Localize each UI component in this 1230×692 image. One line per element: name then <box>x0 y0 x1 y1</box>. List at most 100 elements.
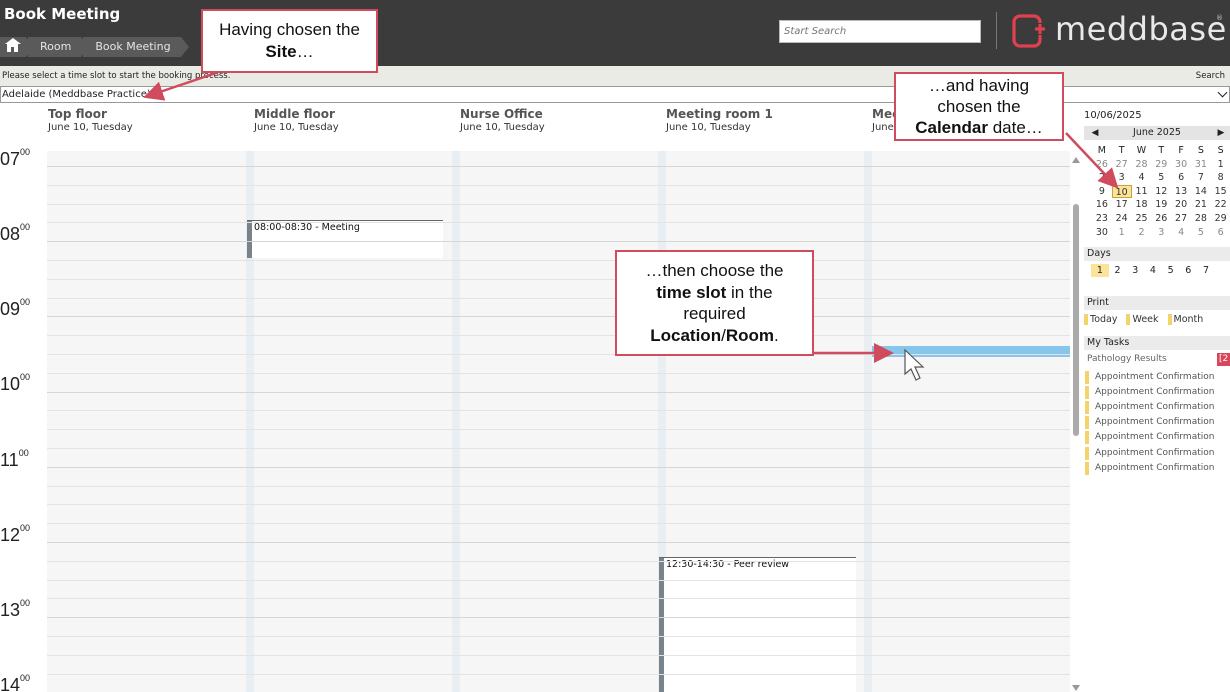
task-group-pathology[interactable]: Pathology Results <box>1087 354 1167 364</box>
calendar-day[interactable]: 1 <box>1112 226 1132 240</box>
calendar-day[interactable]: 9 <box>1092 185 1112 199</box>
calendar-day[interactable]: 23 <box>1092 212 1112 226</box>
scroll-down-icon[interactable] <box>1072 685 1080 691</box>
task-item[interactable]: Appointment Confirmation <box>1085 446 1214 460</box>
logo-text: meddbase <box>1055 10 1227 48</box>
calendar-day[interactable]: 30 <box>1092 226 1112 240</box>
task-item[interactable]: Appointment Confirmation <box>1085 431 1214 445</box>
days-option[interactable]: 7 <box>1197 264 1215 277</box>
calendar-day[interactable]: 6 <box>1171 171 1191 185</box>
task-item[interactable]: Appointment Confirmation <box>1085 386 1214 400</box>
calendar-day[interactable]: 14 <box>1191 185 1211 199</box>
calendar-day[interactable]: 2 <box>1092 171 1112 185</box>
room-name: Nurse Office <box>460 107 543 121</box>
weekday-header: W <box>1136 145 1147 156</box>
column-divider <box>452 151 460 692</box>
days-option[interactable]: 6 <box>1179 264 1197 277</box>
calendar-day[interactable]: 26 <box>1092 158 1112 172</box>
calendar-day[interactable]: 3 <box>1112 171 1132 185</box>
calendar-day[interactable]: 30 <box>1171 158 1191 172</box>
calendar-day[interactable]: 11 <box>1132 185 1152 199</box>
calendar-day[interactable]: 1 <box>1211 158 1230 172</box>
task-item[interactable]: Appointment Confirmation <box>1085 371 1214 384</box>
breadcrumb-room[interactable]: Room <box>28 37 90 57</box>
grid-line <box>47 297 1070 299</box>
site-select-value: Adelaide (Meddbase Practice) <box>2 89 151 100</box>
days-option[interactable]: 1 <box>1091 264 1109 277</box>
mini-calendar-header: ◀ June 2025 ▶ <box>1084 126 1230 140</box>
grid-line <box>47 260 1070 261</box>
room-header: Top floor June 10, Tuesday <box>48 107 133 147</box>
month-label: June 2025 <box>1133 127 1181 138</box>
calendar-day[interactable]: 12 <box>1151 185 1171 199</box>
calendar-day[interactable]: 26 <box>1151 212 1171 226</box>
days-option[interactable]: 4 <box>1144 264 1162 277</box>
calendar-day[interactable]: 5 <box>1191 226 1211 240</box>
selected-time-slot[interactable] <box>872 346 1070 357</box>
task-item[interactable]: Appointment Confirmation <box>1085 416 1214 430</box>
calendar-day[interactable]: 22 <box>1211 198 1230 212</box>
calendar-day[interactable]: 20 <box>1171 198 1191 212</box>
print-month[interactable]: Month <box>1167 314 1203 325</box>
grid-line <box>47 316 1070 318</box>
calendar-day[interactable]: 8 <box>1211 171 1230 185</box>
calendar-day[interactable]: 24 <box>1112 212 1132 226</box>
calendar-day[interactable]: 3 <box>1151 226 1171 240</box>
print-week[interactable]: Week <box>1126 314 1159 325</box>
hour-label: 1400 <box>0 673 31 692</box>
days-selector: 1234567 <box>1091 264 1215 277</box>
task-item[interactable]: Appointment Confirmation <box>1085 461 1214 475</box>
hour-label: 1300 <box>0 598 31 620</box>
calendar-day[interactable]: 29 <box>1211 212 1230 226</box>
days-option[interactable]: 2 <box>1109 264 1127 277</box>
scrollbar-thumb[interactable] <box>1073 204 1079 436</box>
search-link[interactable]: Search <box>1196 71 1225 81</box>
global-search-input[interactable] <box>779 20 981 43</box>
date-field[interactable]: 10/06/2025 <box>1084 110 1142 121</box>
grid-line <box>47 203 1070 205</box>
column-nurse-office[interactable] <box>460 151 658 692</box>
app-header: Book Meeting Room Book Meeting meddbase … <box>0 0 1230 66</box>
calendar-day[interactable]: 13 <box>1171 185 1191 199</box>
calendar-day[interactable]: 21 <box>1191 198 1211 212</box>
days-option[interactable]: 5 <box>1162 264 1180 277</box>
calendar-day[interactable]: 31 <box>1191 158 1211 172</box>
days-option[interactable]: 3 <box>1126 264 1144 277</box>
calendar-day[interactable]: 18 <box>1132 198 1152 212</box>
scroll-up-icon[interactable] <box>1072 157 1080 163</box>
grid-line <box>47 673 1070 675</box>
calendar-day[interactable]: 10 <box>1111 184 1132 199</box>
calendar-day[interactable]: 5 <box>1151 171 1171 185</box>
calendar-scrollbar[interactable] <box>1072 150 1080 692</box>
calendar-day[interactable]: 15 <box>1211 185 1230 199</box>
calendar-day[interactable]: 27 <box>1171 212 1191 226</box>
task-item[interactable]: Appointment Confirmation <box>1085 401 1214 415</box>
calendar-day[interactable]: 4 <box>1171 226 1191 240</box>
calendar-day[interactable]: 28 <box>1191 212 1211 226</box>
calendar-day[interactable]: 19 <box>1151 198 1171 212</box>
column-top-floor[interactable] <box>47 151 246 692</box>
next-month-icon[interactable]: ▶ <box>1214 126 1228 140</box>
calendar-day[interactable]: 6 <box>1211 226 1230 240</box>
prev-month-icon[interactable]: ◀ <box>1088 126 1102 140</box>
appointment-peer-review[interactable]: 12:30-14:30 - Peer review <box>659 557 856 692</box>
grid-line <box>47 372 1070 374</box>
calendar-day[interactable]: 7 <box>1191 171 1211 185</box>
room-date: June 10, Tuesday <box>666 122 751 133</box>
calendar-day[interactable]: 25 <box>1132 212 1152 226</box>
appointment-status-bar <box>247 221 252 258</box>
calendar-day[interactable]: 16 <box>1092 198 1112 212</box>
home-icon[interactable] <box>0 37 34 57</box>
print-today[interactable]: Today <box>1084 314 1117 325</box>
column-meeting-room-2[interactable] <box>872 151 1070 692</box>
appointment-meeting[interactable]: 08:00-08:30 - Meeting <box>247 220 443 258</box>
grid-line <box>47 598 1070 600</box>
breadcrumb-book-meeting[interactable]: Book Meeting <box>83 37 189 57</box>
calendar-day[interactable]: 4 <box>1132 171 1152 185</box>
calendar-day[interactable]: 17 <box>1112 198 1132 212</box>
print-options: Today Week Month <box>1084 314 1212 325</box>
calendar-day[interactable]: 28 <box>1132 158 1152 172</box>
calendar-day[interactable]: 2 <box>1132 226 1152 240</box>
calendar-day[interactable]: 29 <box>1151 158 1171 172</box>
calendar-day[interactable]: 27 <box>1112 158 1132 172</box>
